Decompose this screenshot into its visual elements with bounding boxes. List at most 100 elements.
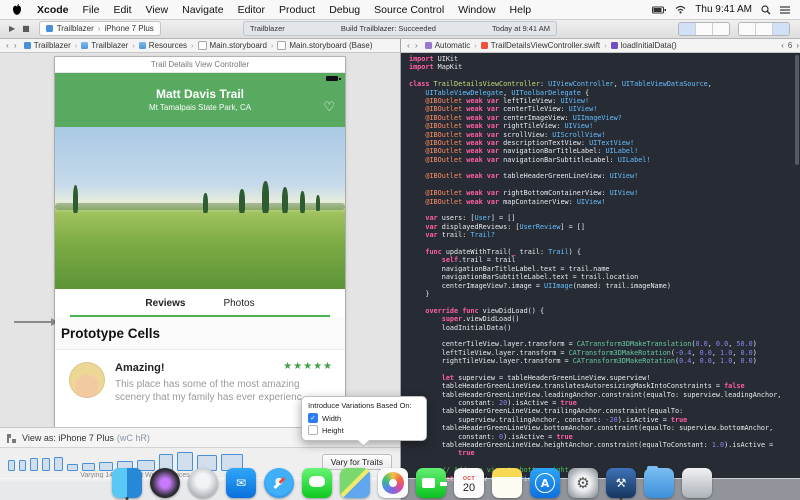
device-icon[interactable] xyxy=(30,458,38,471)
dock-downloads-icon[interactable] xyxy=(644,468,674,498)
review-body: This place has some of the most amazing … xyxy=(115,378,302,404)
assistant-editor-button[interactable]: ◫ xyxy=(696,23,713,36)
utilities-toggle-button[interactable]: ◨ xyxy=(773,23,789,36)
device-icon[interactable] xyxy=(8,460,15,471)
dock-facetime-icon[interactable] xyxy=(416,468,446,498)
source-editor[interactable]: import UIKitimport MapKit class TrailDet… xyxy=(401,52,800,500)
tab-photos[interactable]: Photos xyxy=(223,298,254,309)
menu-status-area: Thu 9:41 AM xyxy=(652,4,800,15)
height-option-label: Height xyxy=(322,426,344,435)
code-forward-button[interactable]: › xyxy=(415,40,418,50)
tab-reviews[interactable]: Reviews xyxy=(145,298,185,309)
storyboard-icon xyxy=(277,41,286,50)
dock-messages-icon[interactable] xyxy=(302,468,332,498)
favorite-heart-icon[interactable]: ♡ xyxy=(323,100,335,115)
debug-area-toggle-button[interactable]: ◩ xyxy=(756,23,773,36)
scheme-selector[interactable]: Trailblazer › iPhone 7 Plus xyxy=(39,21,161,36)
breadcrumb-item-loadinitialdata[interactable]: loadInitialData() xyxy=(611,41,677,50)
storyboard-canvas[interactable]: Trail Details View Controller Matt Davis… xyxy=(0,52,400,427)
breadcrumb-item-trailblazer[interactable]: Trailblazer xyxy=(81,41,128,50)
activity-message: Build Trailblazer: Succeeded xyxy=(341,24,436,33)
version-editor-button[interactable]: ⇆ xyxy=(713,23,729,36)
activity-viewer: Trailblazer Build Trailblazer: Succeeded… xyxy=(243,21,557,36)
navbar-title-label: Matt Davis Trail xyxy=(55,73,345,101)
device-preview-grid-icon[interactable] xyxy=(7,434,16,443)
breadcrumb-item-traildetailsviewcontroller-swift[interactable]: TrailDetailsViewController.swift xyxy=(481,41,600,50)
menu-debug[interactable]: Debug xyxy=(322,4,367,16)
dock-siri-icon[interactable] xyxy=(150,468,180,498)
breadcrumb-item-trailblazer[interactable]: Trailblazer xyxy=(24,41,71,50)
device-icon[interactable] xyxy=(42,458,50,471)
width-option-label: Width xyxy=(322,414,341,423)
dock-maps-icon[interactable] xyxy=(340,468,370,498)
scene-navigation-bar[interactable]: Matt Davis Trail Mt Tamalpais State Park… xyxy=(55,73,345,127)
spotlight-icon[interactable] xyxy=(761,5,771,15)
width-checkbox[interactable]: ✓ xyxy=(308,413,318,423)
menu-source-control[interactable]: Source Control xyxy=(367,4,451,16)
notification-center-icon[interactable] xyxy=(780,5,790,14)
scheme-name: Trailblazer xyxy=(57,24,94,33)
width-option-row[interactable]: ✓ Width xyxy=(308,413,420,423)
dock-photos-icon[interactable] xyxy=(378,468,408,498)
navigator-toggle-button[interactable]: ◧ xyxy=(739,23,756,36)
standard-editor-button[interactable]: ▤ xyxy=(679,23,696,36)
battery-icon[interactable] xyxy=(652,6,666,14)
device-icon[interactable] xyxy=(67,464,78,471)
breadcrumb-item-main-storyboard-base[interactable]: Main.storyboard (Base) xyxy=(277,41,372,50)
scheme-destination: iPhone 7 Plus xyxy=(104,24,153,33)
run-button[interactable]: ▶ xyxy=(9,24,15,33)
dock-trash-icon[interactable] xyxy=(682,468,712,498)
issue-count: 6 xyxy=(788,41,792,50)
breadcrumb-item-resources[interactable]: Resources xyxy=(139,41,187,50)
code-back-button[interactable]: ‹ xyxy=(407,40,410,50)
device-icon[interactable] xyxy=(54,457,63,471)
device-icon[interactable] xyxy=(99,462,113,471)
breadcrumb-separator-icon: › xyxy=(75,41,78,50)
screen: XcodeFileEditViewNavigateEditorProductDe… xyxy=(0,0,800,500)
dock-calendar-icon[interactable]: OCT20 xyxy=(454,468,484,498)
function-icon xyxy=(611,42,618,49)
view-as-label[interactable]: View as: iPhone 7 Plus xyxy=(22,433,114,443)
menu-clock[interactable]: Thu 9:41 AM xyxy=(695,4,752,15)
menu-xcode[interactable]: Xcode xyxy=(30,4,76,16)
previous-issue-button[interactable]: ‹ xyxy=(781,41,784,50)
dock-xcode-icon[interactable]: ⚒ xyxy=(606,468,636,498)
editor-mode-segment: ▤ ◫ ⇆ xyxy=(678,22,730,36)
scene-tabs: Reviews Photos xyxy=(55,289,345,317)
dock-app-store-icon[interactable]: A xyxy=(530,468,560,498)
scene-title[interactable]: Trail Details View Controller xyxy=(55,57,345,73)
forward-button[interactable]: › xyxy=(14,40,17,50)
menu-file[interactable]: File xyxy=(76,4,107,16)
breadcrumb-separator-icon: › xyxy=(474,41,477,50)
menu-product[interactable]: Product xyxy=(272,4,322,16)
trail-photo[interactable] xyxy=(55,127,345,289)
apple-menu-icon[interactable] xyxy=(0,4,30,16)
review-title: Amazing! xyxy=(115,362,165,374)
dock-finder-icon[interactable] xyxy=(112,468,142,498)
menu-view[interactable]: View xyxy=(139,4,176,16)
vary-traits-popover: Introduce Variations Based On: ✓ Width H… xyxy=(301,396,427,441)
dock-notes-icon[interactable] xyxy=(492,468,522,498)
trail-details-scene[interactable]: Trail Details View Controller Matt Davis… xyxy=(55,57,345,427)
dock-launchpad-icon[interactable] xyxy=(188,468,218,498)
next-issue-button[interactable]: › xyxy=(796,41,799,50)
menu-edit[interactable]: Edit xyxy=(106,4,138,16)
breadcrumb-separator-icon: › xyxy=(132,41,135,50)
height-option-row[interactable]: Height xyxy=(308,425,420,435)
menu-help[interactable]: Help xyxy=(503,4,539,16)
dock-system-preferences-icon[interactable]: ⚙ xyxy=(568,468,598,498)
breadcrumb-item-main-storyboard[interactable]: Main.storyboard xyxy=(198,41,267,50)
breadcrumb-item-automatic[interactable]: Automatic xyxy=(425,41,471,50)
menu-window[interactable]: Window xyxy=(451,4,502,16)
device-icon[interactable] xyxy=(82,463,95,471)
code-scrollbar[interactable] xyxy=(795,55,799,165)
dock-mail-icon[interactable]: ✉ xyxy=(226,468,256,498)
menu-editor[interactable]: Editor xyxy=(231,4,272,16)
back-button[interactable]: ‹ xyxy=(6,40,9,50)
dock-safari-icon[interactable] xyxy=(264,468,294,498)
height-checkbox[interactable] xyxy=(308,425,318,435)
stop-button[interactable]: ■ xyxy=(22,24,30,33)
device-icon[interactable] xyxy=(19,460,26,471)
wifi-icon[interactable] xyxy=(675,5,686,14)
menu-navigate[interactable]: Navigate xyxy=(175,4,230,16)
